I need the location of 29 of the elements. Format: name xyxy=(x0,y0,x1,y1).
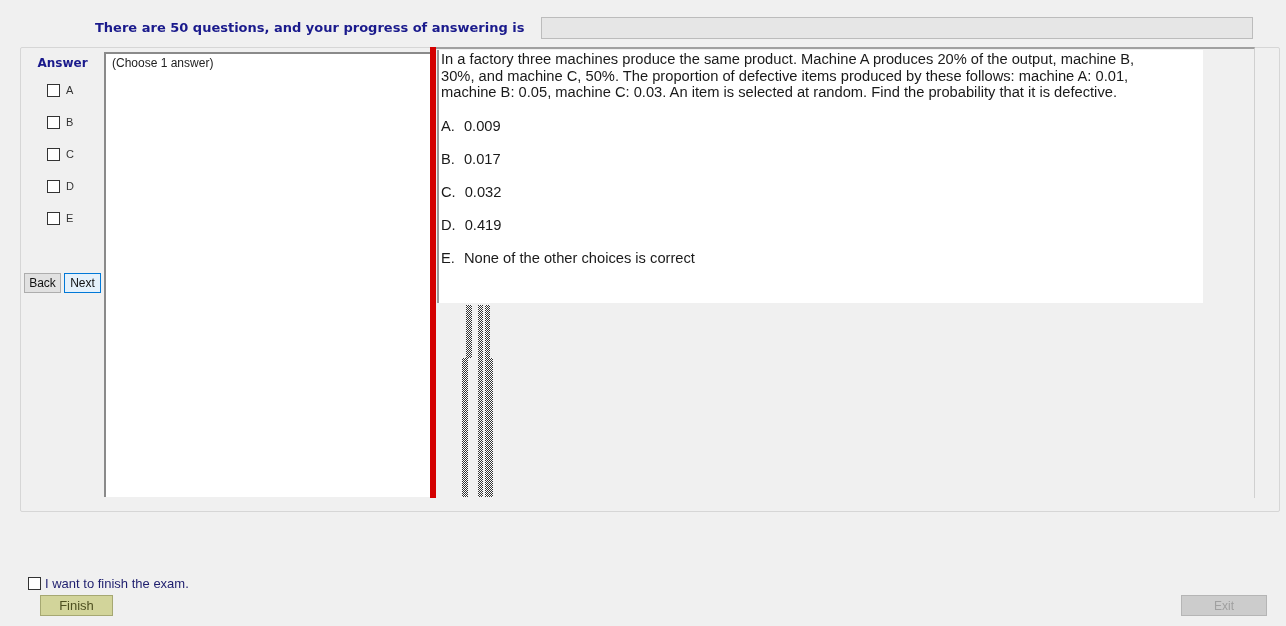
answer-option-label: D xyxy=(66,178,74,194)
finish-checkbox-label: I want to finish the exam. xyxy=(45,576,189,591)
finish-button[interactable]: Finish xyxy=(40,595,113,616)
choice-letter: C. xyxy=(441,182,456,202)
answer-checkbox[interactable] xyxy=(47,211,60,225)
choice-letter: B. xyxy=(441,149,455,169)
choice-letter: E. xyxy=(441,248,455,268)
question-text: In a factory three machines produce the same product. Machine A produces 20% of the output, machine B, 30%, and machine C, 50%. The proportion of defective items produced by these follows: machine A: 0.01, machine B: 0.05, machine C: 0.03. An item is selected at random. Find the probability that it is defective. xyxy=(441,51,1136,101)
choice-text: 0.419 xyxy=(464,215,502,235)
choice-text: 0.032 xyxy=(464,182,502,202)
answer-checkbox[interactable] xyxy=(47,115,60,129)
choice-letter: A. xyxy=(441,116,455,136)
nav-button[interactable]: Back xyxy=(24,273,61,293)
answer-option-label: C xyxy=(66,146,74,162)
answer-checkbox[interactable] xyxy=(47,179,60,193)
answer-heading: Answer xyxy=(37,56,88,71)
finish-checkbox[interactable] xyxy=(28,577,41,590)
nav-button[interactable]: Next xyxy=(64,273,101,293)
answer-option-label: A xyxy=(66,82,74,98)
choice-text: 0.017 xyxy=(463,149,501,169)
instruction-text: (Choose 1 answer) xyxy=(112,56,214,70)
answer-option-label: B xyxy=(66,114,74,130)
progress-label: There are 50 questions, and your progress of answering is xyxy=(95,19,525,38)
answer-checkbox[interactable] xyxy=(47,83,60,97)
choice-letter: D. xyxy=(441,215,456,235)
choice-text: None of the other choices is correct xyxy=(463,248,695,268)
answer-option-label: E xyxy=(66,210,74,226)
choice-text: 0.009 xyxy=(463,116,501,136)
answer-checkbox[interactable] xyxy=(47,147,60,161)
